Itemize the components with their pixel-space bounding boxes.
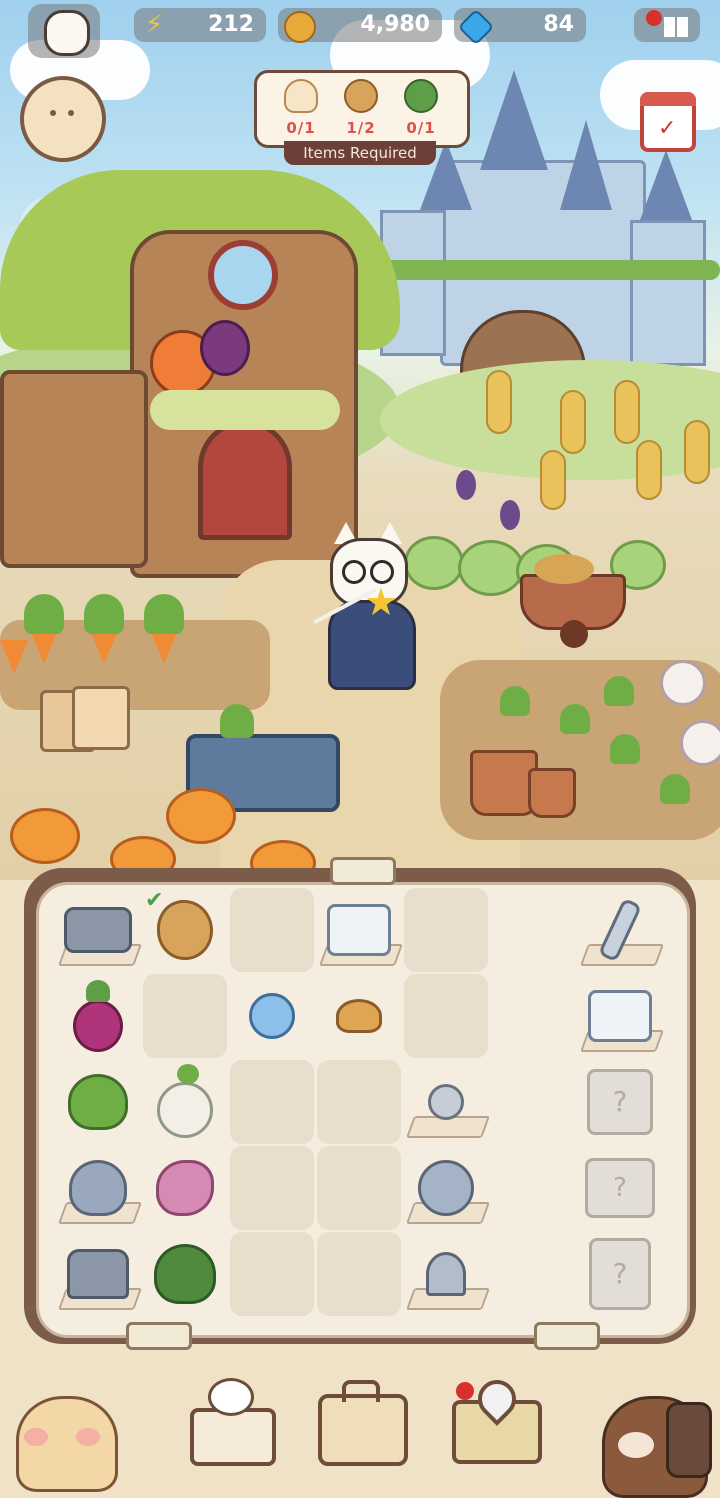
board-cell-sapling[interactable]	[56, 1060, 140, 1144]
items-required-label: Items Required	[284, 141, 436, 165]
radish-icon	[284, 79, 318, 113]
board-clip	[126, 1322, 192, 1350]
board-cell-seedling-gray[interactable]	[404, 1060, 491, 1144]
required-item-potato[interactable]: 1/2	[331, 79, 391, 137]
board-cell-ice-cube-gray[interactable]	[578, 974, 665, 1058]
menu-button[interactable]	[634, 8, 700, 42]
cabbage[interactable]	[458, 540, 524, 596]
energy-value: 212	[208, 12, 254, 37]
board-cell-bread-roll[interactable]	[317, 974, 401, 1058]
grid-menu-icon	[664, 17, 688, 37]
energy-counter[interactable]: ⚡ 212	[134, 8, 266, 42]
gem-icon	[457, 8, 495, 46]
profile-avatar[interactable]	[28, 4, 100, 58]
board-cell-empty[interactable]	[230, 1146, 314, 1230]
pumpkin[interactable]	[166, 788, 236, 844]
board-grid[interactable]: ✔ ???	[56, 886, 668, 1326]
board-cell-beet[interactable]	[56, 974, 140, 1058]
board-cell-empty[interactable]	[317, 1232, 401, 1316]
checkmark-icon: ✔	[145, 888, 164, 913]
gem-value: 84	[543, 12, 574, 37]
coin-value: 4,980	[360, 12, 430, 37]
lightning-icon: ⚡	[144, 10, 164, 40]
board-cell-empty[interactable]	[317, 1060, 401, 1144]
board-cell-sprout-gray[interactable]	[404, 1232, 491, 1316]
board-cell-empty[interactable]	[143, 974, 227, 1058]
notification-dot	[646, 10, 662, 26]
required-item-radish[interactable]: 0/1	[271, 79, 331, 137]
calendar-icon[interactable]: ✓	[640, 92, 696, 152]
coin-counter[interactable]: 4,980	[278, 8, 442, 43]
board-cell-empty[interactable]	[404, 974, 488, 1058]
required-count: 1/2	[346, 119, 376, 137]
board-cell-empty[interactable]	[317, 1146, 401, 1230]
board-cell-pink-herb[interactable]	[143, 1146, 227, 1230]
board-cell-mystery-box[interactable]: ?	[578, 1146, 662, 1230]
board-cell-clover-gray[interactable]	[404, 1146, 491, 1230]
required-count: 0/1	[286, 119, 316, 137]
items-required-panel[interactable]: 0/1 1/2 0/1	[254, 70, 470, 148]
board-cell-empty[interactable]	[230, 1060, 314, 1144]
board-cell-rope-sack-gray[interactable]	[56, 888, 143, 972]
board-cell-potato-checked[interactable]: ✔	[143, 888, 227, 972]
cat-house[interactable]	[0, 150, 400, 578]
coin-icon	[284, 11, 316, 43]
notification-dot	[456, 1382, 474, 1400]
board-clip	[534, 1322, 600, 1350]
board-cell-mystery-gift[interactable]: ?	[578, 1232, 662, 1316]
board-cell-sapling-gray[interactable]	[56, 1146, 143, 1230]
board-cell-turnip[interactable]	[143, 1060, 227, 1144]
board-cell-forget-me-not[interactable]	[230, 974, 314, 1058]
potato-icon	[344, 79, 378, 113]
suitcase-icon[interactable]	[316, 1378, 408, 1466]
board-cell-empty[interactable]	[404, 888, 488, 972]
board-clip	[330, 857, 396, 885]
seed-packet[interactable]	[72, 686, 130, 750]
board-cell-dropper-gray[interactable]	[578, 888, 665, 972]
board-cell-watering-pot-gray[interactable]	[56, 1232, 143, 1316]
board-cell-ice-cube-gray[interactable]	[317, 888, 404, 972]
required-count: 0/1	[406, 119, 436, 137]
recipe-book-icon[interactable]	[186, 1378, 276, 1466]
pumpkin[interactable]	[10, 808, 80, 864]
bear-character-icon[interactable]	[596, 1392, 720, 1498]
map-icon[interactable]	[450, 1372, 542, 1464]
cat-wizard-character[interactable]: ★	[313, 520, 420, 690]
board-cell-kale[interactable]	[143, 1232, 227, 1316]
gem-counter[interactable]: 84	[454, 8, 586, 46]
board-cell-empty[interactable]	[230, 1232, 314, 1316]
required-item-broccoli[interactable]: 0/1	[391, 79, 451, 137]
flower-pot[interactable]	[528, 768, 576, 818]
hamster-character-icon[interactable]	[0, 1388, 120, 1492]
broccoli-icon	[404, 79, 438, 113]
board-cell-empty[interactable]	[230, 888, 314, 972]
board-cell-mystery-bag[interactable]: ?	[578, 1060, 662, 1144]
